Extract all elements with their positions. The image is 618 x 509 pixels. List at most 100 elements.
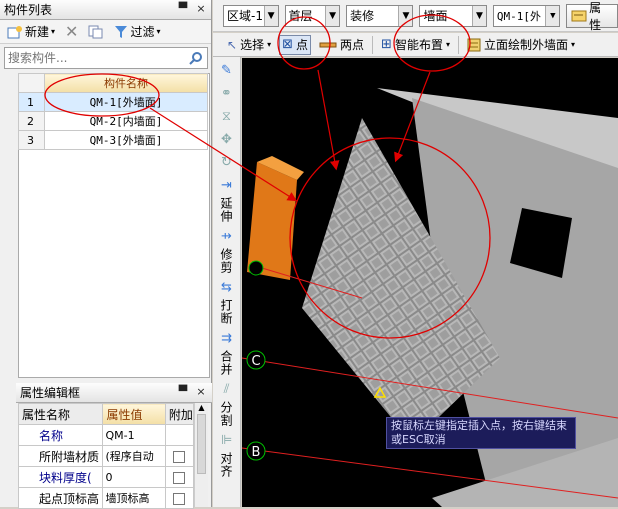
select-label: 选择 <box>240 38 265 52</box>
point-button[interactable]: ⊠ 点 <box>279 34 312 55</box>
property-extra <box>164 424 195 446</box>
table-row[interactable]: 1 QM-1[外墙面] <box>18 92 208 112</box>
delete-icon: ✕ <box>65 22 79 41</box>
delete-button[interactable]: ✕ <box>62 22 81 42</box>
align-icon[interactable]: ⊫ <box>217 430 237 450</box>
mirror-icon[interactable]: ⧖ <box>217 106 237 126</box>
smart-layout-icon: ⊞ <box>381 37 392 52</box>
property-value-header: 属性值 <box>102 403 166 425</box>
property-row[interactable]: 起点顶标高 墙顶标高 <box>17 487 195 509</box>
property-extra[interactable] <box>164 487 195 509</box>
table-row[interactable]: 2 QM-2[内墙面] <box>18 111 208 131</box>
attribute-button[interactable]: 属性 <box>566 1 618 32</box>
floor-select[interactable]: 首层 ▼ <box>284 4 341 27</box>
chevron-down-icon: ▾ <box>570 40 575 49</box>
checkbox[interactable] <box>173 450 186 463</box>
status-tooltip: 按鼠标左键指定插入点，按右键结束或ESC取消 <box>386 417 576 449</box>
copy-button[interactable] <box>85 22 107 42</box>
merge-button[interactable]: 合并 <box>218 350 235 376</box>
component-name[interactable]: QM-3[外墙面] <box>44 130 208 150</box>
chevron-down-icon: ▾ <box>445 40 450 49</box>
pin-icon[interactable]: ▀ <box>176 385 190 399</box>
row-number: 3 <box>18 130 45 150</box>
split-icon[interactable]: ⫽ <box>217 379 237 399</box>
property-extra[interactable] <box>164 445 195 467</box>
chevron-down-icon[interactable]: ▼ <box>263 5 278 26</box>
category-select[interactable]: 装修 ▼ <box>346 4 414 27</box>
property-editor-titlebar: 属性编辑框 ▀ × <box>16 383 212 403</box>
new-button[interactable]: 新建 ▾ <box>4 22 58 42</box>
move-icon[interactable]: ✥ <box>217 129 237 149</box>
property-value[interactable]: (程序自动 <box>102 445 166 467</box>
extend-button[interactable]: 延伸 <box>218 197 235 223</box>
two-points-label: 两点 <box>340 38 365 52</box>
property-scrollbar[interactable]: ▲ <box>194 403 208 507</box>
type-select[interactable]: 墙面 ▼ <box>419 4 487 27</box>
point-label: 点 <box>296 38 309 52</box>
smart-layout-button[interactable]: ⊞ 智能布置 ▾ <box>379 35 452 55</box>
close-icon[interactable]: × <box>194 2 208 16</box>
trim-button[interactable]: 修剪 <box>218 248 235 274</box>
property-extra-header: 附加 <box>164 403 195 425</box>
property-editor-title: 属性编辑框 <box>20 386 81 400</box>
property-table: 属性名称 属性值 附加 名称 QM-1 所附墙材质 (程序自动 块料厚度( 0 … <box>17 403 195 509</box>
component-table: 构件名称 1 QM-1[外墙面] 2 QM-2[内墙面] 3 QM-3[外墙面] <box>18 73 208 150</box>
chevron-down-icon[interactable]: ▼ <box>398 5 413 26</box>
component-name-header[interactable]: 构件名称 <box>44 73 208 93</box>
separator <box>372 35 374 54</box>
pin-icon[interactable]: ▀ <box>176 2 190 16</box>
component-name[interactable]: QM-1[外墙面] <box>44 92 208 112</box>
cursor-icon: ↖ <box>227 37 238 52</box>
property-extra[interactable] <box>164 466 195 488</box>
row-number: 1 <box>18 92 45 112</box>
search-input[interactable] <box>8 51 178 65</box>
component-list-title: 构件列表 <box>4 3 53 17</box>
brush-icon[interactable]: ✎ <box>217 60 237 80</box>
row-number-header <box>18 73 45 93</box>
search-icon[interactable] <box>189 51 203 65</box>
smart-layout-label: 智能布置 <box>394 38 443 52</box>
scroll-up-icon[interactable]: ▲ <box>195 403 208 412</box>
scroll-thumb[interactable] <box>197 414 206 474</box>
break-button[interactable]: 打断 <box>218 299 235 325</box>
break-icon[interactable]: ⇆ <box>217 277 237 297</box>
filter-button[interactable]: 过滤 ▾ <box>111 22 163 42</box>
left-panel: 构件列表 ▀ × 新建 ▾ ✕ 过滤 ▾ 构件名称 1 Q <box>0 0 212 509</box>
rotate-icon[interactable]: ↻ <box>217 152 237 172</box>
chevron-down-icon[interactable]: ▼ <box>471 5 486 26</box>
property-name: 所附墙材质 <box>17 445 104 467</box>
two-points-button[interactable]: 两点 <box>317 35 366 55</box>
chevron-down-icon[interactable]: ▼ <box>545 5 560 26</box>
elevation-draw-button[interactable]: 立面绘制外墙面 ▾ <box>465 35 577 55</box>
property-value[interactable]: QM-1 <box>102 424 166 446</box>
checkbox[interactable] <box>173 492 186 505</box>
edit-toolbar: ✎ ⚭ ⧖ ✥ ↻ ⇥ 延伸 ⇸ 修剪 ⇆ 打断 ⇉ 合并 ⫽ 分割 ⊫ 对齐 <box>213 57 241 507</box>
chevron-down-icon[interactable]: ▼ <box>325 5 340 26</box>
component-select[interactable]: QM-1[外 ▼ <box>492 4 561 27</box>
region-select[interactable]: 区域-1 ▼ <box>223 4 279 27</box>
property-value[interactable]: 墙顶标高 <box>102 487 166 509</box>
property-row[interactable]: 块料厚度( 0 <box>17 466 195 488</box>
split-button[interactable]: 分割 <box>218 401 235 427</box>
category-value: 装修 <box>350 9 375 23</box>
align-button[interactable]: 对齐 <box>218 452 235 478</box>
link-icon[interactable]: ⚭ <box>217 83 237 103</box>
close-icon[interactable]: × <box>194 385 208 399</box>
chevron-down-icon: ▾ <box>156 27 161 36</box>
new-button-label: 新建 <box>25 25 50 39</box>
select-button[interactable]: ↖ 选择 ▾ <box>225 35 273 55</box>
trim-icon[interactable]: ⇸ <box>217 226 237 246</box>
property-row[interactable]: 所附墙材质 (程序自动 <box>17 445 195 467</box>
extend-icon[interactable]: ⇥ <box>217 175 237 195</box>
new-icon <box>7 25 22 38</box>
top-toolbar: 区域-1 ▼ 首层 ▼ 装修 ▼ 墙面 ▼ QM-1[外 ▼ 属性 <box>213 0 618 32</box>
checkbox[interactable] <box>173 471 186 484</box>
elevation-icon <box>467 38 481 51</box>
property-value[interactable]: 0 <box>102 466 166 488</box>
property-name: 起点顶标高 <box>17 487 104 509</box>
component-name[interactable]: QM-2[内墙面] <box>44 111 208 131</box>
property-row[interactable]: 名称 QM-1 <box>17 424 195 446</box>
floor-value: 首层 <box>288 9 313 23</box>
merge-icon[interactable]: ⇉ <box>217 328 237 348</box>
table-row[interactable]: 3 QM-3[外墙面] <box>18 130 208 150</box>
